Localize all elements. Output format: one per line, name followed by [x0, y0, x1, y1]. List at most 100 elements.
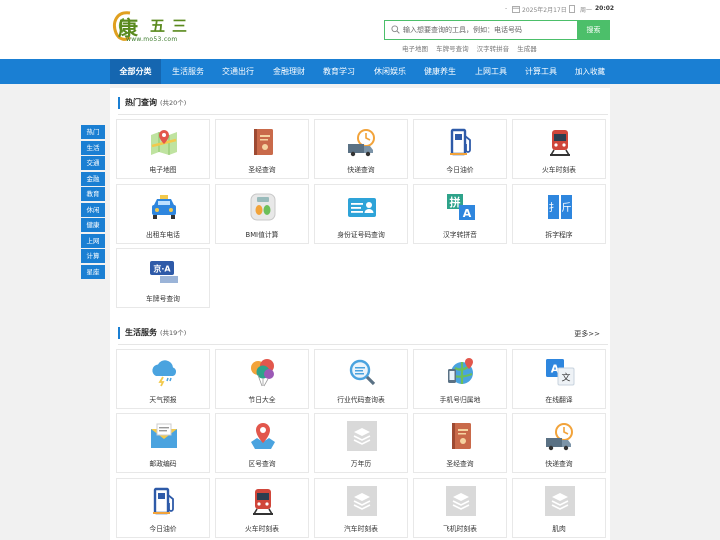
nav-item-traffic[interactable]: 交通出行	[214, 59, 262, 84]
nav-item-calc-tools[interactable]: 计算工具	[517, 59, 565, 84]
tile-split-char[interactable]: 扌斤 拆字程序	[512, 184, 606, 244]
tile-phone-location[interactable]: 手机号归属地	[413, 349, 507, 409]
tile-label: 圣经查询	[248, 166, 276, 174]
search-box: 搜索	[384, 20, 610, 40]
tile-label: 区号查询	[248, 460, 276, 468]
tile-pinyin[interactable]: 拼A 汉字转拼音	[413, 184, 507, 244]
nav-item-life[interactable]: 生活服务	[164, 59, 212, 84]
tile-map[interactable]: 电子地图	[116, 119, 210, 179]
tile-id-card[interactable]: 身份证号码查询	[314, 184, 408, 244]
search-button[interactable]: 搜索	[577, 20, 610, 40]
tile-label: 圣经查询	[446, 460, 474, 468]
date-dash: -	[505, 5, 508, 12]
tile-industry-code[interactable]: 行业代码查询表	[314, 349, 408, 409]
tile-label: 电子地图	[149, 166, 177, 174]
balloon-icon	[251, 359, 274, 387]
tile-label: 行业代码查询表	[337, 396, 385, 404]
sidenav-item-calc[interactable]: 计算	[81, 249, 105, 263]
tile-oil-price[interactable]: 今日油价	[413, 119, 507, 179]
svg-text:京·A: 京·A	[153, 264, 171, 274]
tile-area-code[interactable]: 区号查询	[215, 413, 309, 473]
tile-express[interactable]: 快递查询	[314, 119, 408, 179]
tile-label: 天气预报	[149, 396, 177, 404]
tile-muscle[interactable]: 肌肉	[512, 478, 606, 538]
id-card-icon	[348, 198, 376, 217]
tile-weather[interactable]: 天气预报	[116, 349, 210, 409]
svg-text:扌: 扌	[549, 201, 559, 214]
svg-text:拼: 拼	[450, 195, 461, 209]
hot-search-words: 电子地图 车牌号查询 汉字转拼音 生成器	[402, 43, 543, 53]
train-icon	[550, 130, 570, 156]
side-category-nav: 热门 生活 交通 金融 教育 休闲 健康 上网 计算 星座	[81, 125, 105, 280]
sidenav-item-health[interactable]: 健康	[81, 218, 105, 232]
tile-oil-price[interactable]: 今日油价	[116, 478, 210, 538]
tile-label: 在线翻译	[545, 396, 573, 404]
tile-label: 肌肉	[552, 525, 566, 533]
site-logo[interactable]: 康 五 三 www.mo53.com	[110, 9, 210, 47]
logo-char-2: 五	[150, 17, 166, 35]
section-title-life: 生活服务 (共19个)	[118, 327, 186, 339]
section-divider	[118, 344, 608, 345]
tile-translate[interactable]: A文 在线翻译	[512, 349, 606, 409]
hotword-link[interactable]: 电子地图	[402, 45, 428, 53]
nav-item-bookmark[interactable]: 加入收藏	[568, 59, 612, 84]
tile-bible[interactable]: 圣经查询	[413, 413, 507, 473]
tile-flight-schedule[interactable]: 飞机时刻表	[413, 478, 507, 538]
section-count: (共20个)	[160, 99, 187, 107]
hotword-link[interactable]: 生成器	[517, 45, 537, 53]
tile-label: 身份证号码查询	[337, 231, 385, 239]
taxi-icon	[152, 195, 176, 219]
tile-bmi[interactable]: BMI值计算	[215, 184, 309, 244]
tile-label: 出租车电话	[146, 231, 180, 239]
nav-item-all[interactable]: 全部分类	[110, 59, 161, 84]
current-date: 2025年2月17日	[522, 7, 567, 14]
hotword-link[interactable]: 车牌号查询	[436, 45, 469, 53]
map-icon	[151, 130, 177, 155]
section-title-text: 生活服务	[125, 328, 157, 337]
tile-calendar[interactable]: 万年历	[314, 413, 408, 473]
tile-postcode[interactable]: 邮政编码	[116, 413, 210, 473]
search-input[interactable]	[403, 21, 573, 39]
placeholder-icon	[446, 486, 476, 516]
area-code-icon	[251, 423, 275, 449]
svg-text:文: 文	[561, 372, 570, 384]
hotword-link[interactable]: 汉字转拼音	[477, 45, 510, 53]
sidenav-item-leisure[interactable]: 休闲	[81, 202, 105, 217]
tile-bible[interactable]: 圣经查询	[215, 119, 309, 179]
main-nav: 全部分类 生活服务 交通出行 金融理财 教育学习 休闲娱乐 健康养生 上网工具 …	[0, 59, 720, 84]
section-divider	[118, 114, 608, 115]
pinyin-icon: 拼A	[447, 194, 475, 220]
sidenav-item-life[interactable]: 生活	[81, 140, 105, 155]
fuel-pump-icon	[153, 487, 174, 515]
bible-book-icon	[452, 423, 471, 449]
sidenav-item-education[interactable]: 教育	[81, 187, 105, 201]
nav-item-education[interactable]: 教育学习	[315, 59, 363, 84]
nav-item-web-tools[interactable]: 上网工具	[467, 59, 515, 84]
nav-item-health[interactable]: 健康养生	[416, 59, 464, 84]
tile-label: 飞机时刻表	[443, 525, 477, 533]
sidenav-item-hot[interactable]: 热门	[81, 125, 105, 139]
calendar-icon	[512, 6, 520, 13]
tile-train[interactable]: 火车时刻表	[215, 478, 309, 538]
svg-text:A: A	[463, 207, 472, 220]
tile-label: BMI值计算	[245, 231, 279, 239]
date-bar: - 2025年2月17日 周一 20:02	[505, 5, 615, 15]
tile-license-plate[interactable]: 京·A 车牌号查询	[116, 248, 210, 308]
nav-item-leisure[interactable]: 休闲娱乐	[366, 59, 414, 84]
tile-train[interactable]: 火车时刻表	[512, 119, 606, 179]
sidenav-item-traffic[interactable]: 交通	[81, 156, 105, 170]
sidenav-item-star[interactable]: 星座	[81, 264, 105, 279]
tile-taxi[interactable]: 出租车电话	[116, 184, 210, 244]
tile-label: 手机号归属地	[439, 396, 481, 404]
tile-bus-schedule[interactable]: 汽车时刻表	[314, 478, 408, 538]
tile-express[interactable]: 快递查询	[512, 413, 606, 473]
fuel-pump-icon	[450, 128, 471, 156]
bible-book-icon	[254, 129, 273, 155]
more-link[interactable]: 更多>>	[574, 329, 600, 339]
sidenav-item-finance[interactable]: 金融	[81, 171, 105, 186]
train-icon	[253, 489, 273, 515]
tile-label: 节日大全	[248, 396, 276, 404]
nav-item-finance[interactable]: 金融理财	[265, 59, 313, 84]
tile-festival[interactable]: 节日大全	[215, 349, 309, 409]
sidenav-item-web[interactable]: 上网	[81, 233, 105, 248]
